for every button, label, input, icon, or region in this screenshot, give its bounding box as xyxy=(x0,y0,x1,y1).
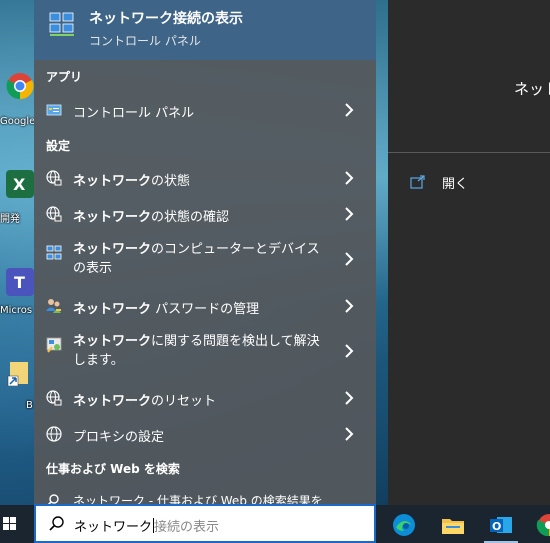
open-external-icon xyxy=(410,174,426,189)
chevron-right-icon[interactable] xyxy=(342,251,356,267)
globe-network-icon xyxy=(46,390,62,406)
users-key-icon xyxy=(46,298,62,314)
open-label: 開く xyxy=(442,177,469,192)
setting-item-label: ネットワーク パスワードの管理 xyxy=(73,302,260,317)
setting-item-label: ネットワークに関する問題を検出して解決します。 xyxy=(73,334,320,368)
chrome-icon[interactable] xyxy=(6,72,34,100)
chevron-right-icon[interactable] xyxy=(342,298,356,314)
chevron-right-icon[interactable] xyxy=(342,343,356,359)
app-item-label: コントロール パネル xyxy=(73,106,195,121)
search-input[interactable]: ネットワーク 接続の表示 xyxy=(34,504,376,543)
search-query: ネットワーク 接続の表示 xyxy=(74,516,219,535)
divider xyxy=(388,152,550,153)
search-results-panel: ネットワーク接続の表示 コントロール パネル アプリ コントロール パネル 設定… xyxy=(34,0,376,505)
desktop-label-b: B xyxy=(26,400,33,411)
setting-item-network-computers[interactable]: ネットワークのコンピューターとデバイスの表示 xyxy=(34,236,376,282)
best-match-title: ネットワーク接続の表示 xyxy=(89,11,243,27)
best-match-item[interactable]: ネットワーク接続の表示 コントロール パネル xyxy=(34,0,376,60)
file-explorer-icon[interactable] xyxy=(440,512,466,538)
network-connections-icon xyxy=(48,10,76,38)
search-typed-text: ネットワーク xyxy=(74,520,153,535)
setting-item-proxy[interactable]: プロキシの設定 xyxy=(34,417,376,451)
detail-panel: ネット 開く xyxy=(388,0,550,505)
globe-network-icon xyxy=(46,170,62,186)
section-header-settings: 設定 xyxy=(46,139,71,153)
chevron-right-icon[interactable] xyxy=(342,206,356,222)
setting-item-network-status-check[interactable]: ネットワークの状態の確認 xyxy=(34,197,376,231)
globe-network-icon xyxy=(46,206,62,222)
network-computers-icon xyxy=(46,245,62,261)
setting-item-label: ネットワークのコンピューターとデバイスの表示 xyxy=(73,242,320,276)
setting-item-label: ネットワークのリセット xyxy=(73,394,217,409)
windows-start-button[interactable] xyxy=(0,505,34,543)
setting-item-network-status[interactable]: ネットワークの状態 xyxy=(34,161,376,195)
setting-item-network-password[interactable]: ネットワーク パスワードの管理 xyxy=(34,289,376,323)
best-match-subtitle: コントロール パネル xyxy=(89,34,201,48)
desktop-label-dev: 開発 xyxy=(0,214,20,225)
setting-item-label: ネットワークの状態 xyxy=(73,174,191,189)
setting-item-network-reset[interactable]: ネットワークのリセット xyxy=(34,381,376,415)
excel-icon[interactable]: X xyxy=(6,170,34,198)
teams-icon[interactable]: T xyxy=(6,268,34,296)
section-header-web: 仕事および Web を検索 xyxy=(46,462,180,476)
svg-text:X: X xyxy=(13,175,26,194)
open-action[interactable]: 開く xyxy=(410,172,550,194)
troubleshoot-icon xyxy=(46,337,62,353)
desktop-label-google: Google xyxy=(0,116,36,127)
chevron-right-icon[interactable] xyxy=(342,390,356,406)
setting-item-label: プロキシの設定 xyxy=(73,430,165,445)
search-icon xyxy=(48,515,66,533)
folder-shortcut-icon[interactable] xyxy=(6,358,34,387)
setting-item-network-troubleshoot[interactable]: ネットワークに関する問題を検出して解決します。 xyxy=(34,328,376,374)
desktop-label-microsoft: Micros xyxy=(0,305,33,316)
control-panel-icon xyxy=(46,102,62,118)
search-suggestion: 接続の表示 xyxy=(154,520,220,535)
section-header-apps: アプリ xyxy=(46,70,83,84)
chevron-right-icon[interactable] xyxy=(342,170,356,186)
setting-item-label: ネットワークの状態の確認 xyxy=(73,210,230,225)
app-item-control-panel[interactable]: コントロール パネル xyxy=(34,93,376,127)
svg-text:T: T xyxy=(14,273,25,292)
chevron-right-icon[interactable] xyxy=(342,102,356,118)
outlook-icon[interactable]: O xyxy=(488,512,514,538)
edge-icon[interactable] xyxy=(391,512,417,538)
chrome-icon[interactable] xyxy=(536,512,550,538)
svg-text:O: O xyxy=(492,520,501,533)
globe-icon xyxy=(46,426,62,442)
chevron-right-icon[interactable] xyxy=(342,426,356,442)
detail-title: ネット xyxy=(514,80,550,98)
